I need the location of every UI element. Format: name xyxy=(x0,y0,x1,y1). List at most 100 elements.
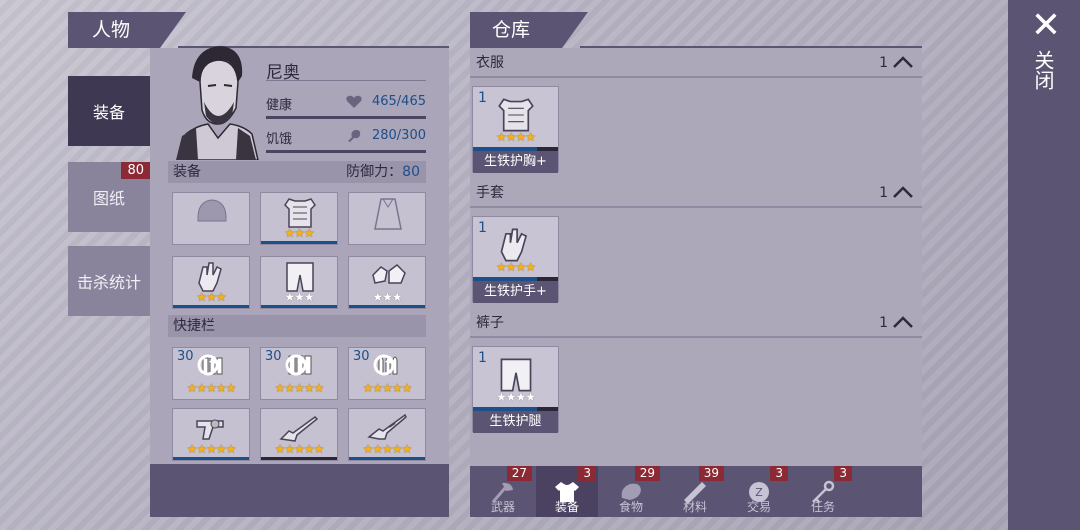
chest-armor-icon xyxy=(498,98,534,132)
warehouse-item[interactable]: 1 ★★★★ 生铁护腿 xyxy=(472,346,559,433)
category-label: 手套 xyxy=(476,185,504,201)
revolver-icon xyxy=(196,419,224,440)
quick-slot-3[interactable]: 30 ★★★★★ xyxy=(348,347,426,400)
equipment-label: 装备 xyxy=(173,164,201,180)
hunger-stat: 饥饿 280/300 xyxy=(266,128,426,158)
tab-label: 任务 xyxy=(810,500,835,514)
equip-slot-head[interactable] xyxy=(172,192,250,245)
tab-label: 装备 xyxy=(554,500,579,514)
item-quantity: 30 xyxy=(177,349,194,364)
cloak-icon xyxy=(374,198,402,230)
health-label: 健康 xyxy=(266,98,293,113)
quick-slot-2[interactable]: 30 ★★★★★ xyxy=(260,347,338,400)
tab-trade[interactable]: 3 Z 交易 xyxy=(728,466,790,517)
tab-blueprints[interactable]: 80 图纸 xyxy=(68,162,150,232)
rarity-stars: ★★★★★ xyxy=(274,442,325,456)
item-quantity: 1 xyxy=(478,90,487,106)
name-divider xyxy=(266,80,426,81)
health-value: 465/465 xyxy=(371,94,426,109)
tab-badge: 29 xyxy=(634,466,660,481)
rarity-stars: ★★★ xyxy=(196,290,226,304)
health-stat: 健康 465/465 xyxy=(266,94,426,124)
rarity-stars: ★★★★ xyxy=(495,260,536,274)
equip-slot-feet[interactable]: ★★★ xyxy=(348,256,426,309)
tab-equipment[interactable]: 装备 xyxy=(68,76,150,146)
rarity-stars: ★★★★★ xyxy=(186,442,237,456)
tab-materials[interactable]: 39 材料 xyxy=(664,466,726,517)
tab-label: 武器 xyxy=(490,500,515,514)
swap-icon[interactable] xyxy=(195,352,221,378)
rarity-stars: ★★★★★ xyxy=(362,442,413,456)
hunger-value: 280/300 xyxy=(371,128,426,143)
shotgun-icon xyxy=(279,416,319,442)
defense-value: 80 xyxy=(402,164,420,180)
character-panel: 人物 装备 80 图纸 击杀统计 尼奥 健康 465/465 饥饿 280/30 xyxy=(68,12,449,517)
drumstick-icon xyxy=(348,129,361,142)
tab-kill-stats[interactable]: 击杀统计 xyxy=(68,246,150,316)
durability-bar xyxy=(173,305,249,308)
equip-slot-back[interactable] xyxy=(348,192,426,245)
tab-weapons[interactable]: 27 武器 xyxy=(472,466,534,517)
rarity-stars: ★★★★ xyxy=(495,390,536,404)
chevron-up-icon[interactable] xyxy=(892,55,914,69)
rarity-stars: ★★★★★ xyxy=(274,381,325,395)
item-quantity: 30 xyxy=(265,349,282,364)
item-name: 生铁护胸+ xyxy=(473,151,558,173)
tab-badge: 3 xyxy=(770,466,788,481)
category-clothing[interactable]: 衣服 1 xyxy=(470,50,922,78)
boots-icon xyxy=(372,264,406,284)
tab-label: 交易 xyxy=(746,500,771,514)
category-count: 1 xyxy=(879,55,888,71)
rarity-stars: ★★★★ xyxy=(495,130,536,144)
gloves-icon xyxy=(198,262,222,292)
swap-icon[interactable] xyxy=(371,352,397,378)
durability-bar xyxy=(173,457,249,460)
item-quantity: 1 xyxy=(478,220,487,236)
swap-icon[interactable] xyxy=(283,352,309,378)
warehouse-item[interactable]: 1 ★★★★ 生铁护手+ xyxy=(472,216,559,303)
durability-bar xyxy=(261,241,337,244)
tab-badge: 3 xyxy=(578,466,596,481)
equip-slot-chest[interactable]: ★★★ xyxy=(260,192,338,245)
chevron-up-icon[interactable] xyxy=(892,315,914,329)
tab-gear[interactable]: 3 装备 xyxy=(536,466,598,517)
durability-bar xyxy=(261,305,337,308)
category-pants[interactable]: 裤子 1 xyxy=(470,310,922,338)
chevron-up-icon[interactable] xyxy=(892,185,914,199)
item-quantity: 30 xyxy=(353,349,370,364)
tab-food[interactable]: 29 食物 xyxy=(600,466,662,517)
quickbar-label: 快捷栏 xyxy=(173,318,215,334)
quick-slot-1[interactable]: 30 ★★★★★ xyxy=(172,347,250,400)
rifle-icon xyxy=(367,413,407,440)
health-bar xyxy=(266,116,426,119)
rarity-stars: ★★★★★ xyxy=(362,381,413,395)
category-count: 1 xyxy=(879,315,888,331)
item-name: 生铁护手+ xyxy=(473,281,558,303)
close-button-label[interactable]: 关闭 xyxy=(1030,50,1058,90)
tab-label: 图纸 xyxy=(92,189,125,208)
rarity-stars: ★★★★★ xyxy=(186,381,237,395)
tab-badge: 3 xyxy=(834,466,852,481)
equip-slot-hands[interactable]: ★★★ xyxy=(172,256,250,309)
rarity-stars: ★★★ xyxy=(284,226,314,240)
quick-slot-6[interactable]: ★★★★★ xyxy=(348,408,426,461)
category-gloves[interactable]: 手套 1 xyxy=(470,180,922,208)
durability-bar xyxy=(349,305,425,308)
hunger-label: 饥饿 xyxy=(266,132,293,147)
warehouse-item[interactable]: 1 ★★★★ 生铁护胸+ xyxy=(472,86,559,173)
rarity-stars: ★★★ xyxy=(284,290,314,304)
close-icon[interactable]: ✕ xyxy=(1026,8,1066,48)
tab-badge: 39 xyxy=(698,466,724,481)
warehouse-title: 仓库 xyxy=(470,12,588,48)
quick-slot-4[interactable]: ★★★★★ xyxy=(172,408,250,461)
quick-slot-5[interactable]: ★★★★★ xyxy=(260,408,338,461)
durability-bar xyxy=(261,457,337,460)
tab-quests[interactable]: 3 任务 xyxy=(792,466,854,517)
character-footer xyxy=(150,464,449,517)
heart-icon xyxy=(346,95,362,108)
tab-label: 食物 xyxy=(618,500,643,514)
pants-icon xyxy=(286,262,314,292)
category-label: 裤子 xyxy=(476,315,504,331)
character-title: 人物 xyxy=(68,12,186,48)
equip-slot-legs[interactable]: ★★★ xyxy=(260,256,338,309)
